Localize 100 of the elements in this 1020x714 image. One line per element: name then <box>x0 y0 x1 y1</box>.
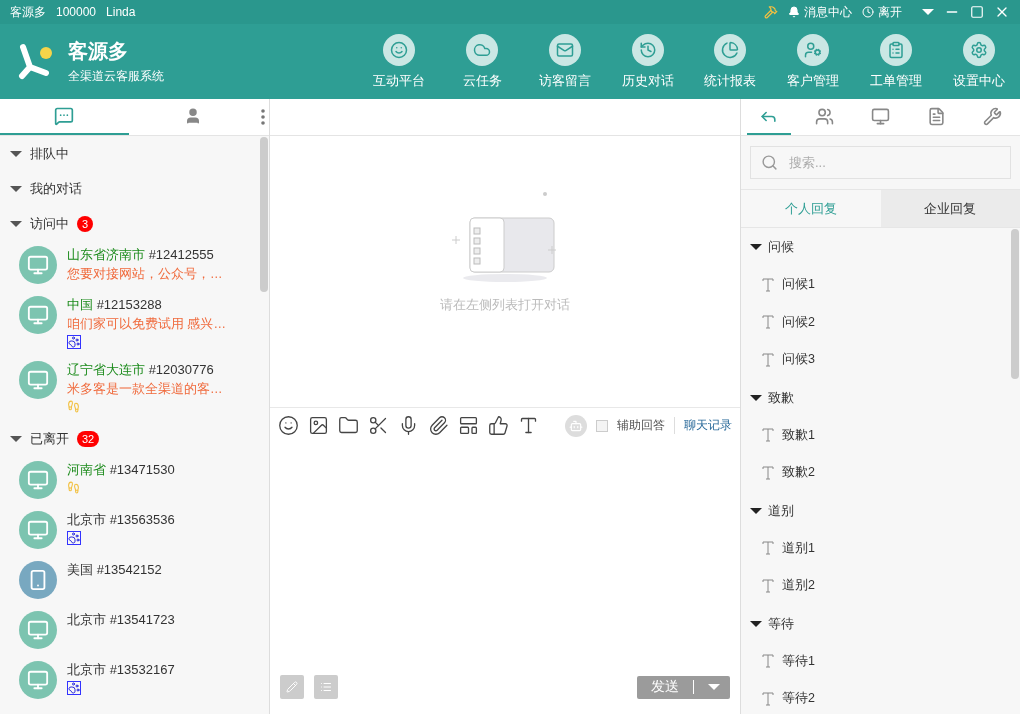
font-icon[interactable] <box>518 415 539 436</box>
visitor-item[interactable]: 山东省济南市 #12412555 您要对接网站，公众号，… <box>0 241 259 291</box>
user-gear-icon <box>797 33 830 66</box>
logo-icon <box>18 42 54 81</box>
reply-group-title: 道别 <box>768 501 794 520</box>
settings-icon <box>962 33 995 66</box>
monitor-avatar-icon <box>19 361 57 399</box>
reply-group-title: 致歉 <box>768 388 794 407</box>
envelope-icon <box>548 33 581 66</box>
visitor-name: 北京市 #13541723 <box>67 611 175 629</box>
reply-item[interactable]: 问候3 <box>741 341 1012 379</box>
reply-item-label: 问候3 <box>782 351 815 369</box>
group-header[interactable]: 我的对话 <box>0 171 259 206</box>
visitor-item[interactable]: 中国 #12153288 咱们家可以免费试用 感兴… <box>0 291 259 356</box>
chat-bubble-icon <box>54 106 75 126</box>
text-icon <box>762 578 774 593</box>
pie-chart-icon <box>714 33 747 66</box>
text-icon <box>762 654 774 669</box>
monitor-avatar-icon <box>19 661 57 699</box>
hammer-icon[interactable] <box>764 5 778 19</box>
reply-item[interactable]: 问候2 <box>741 303 1012 341</box>
text-icon <box>762 465 774 480</box>
image-icon[interactable] <box>308 415 329 436</box>
count-badge: 32 <box>77 430 100 447</box>
reply-group-header[interactable]: 致歉 <box>741 378 1012 417</box>
message-center-button[interactable]: 消息中心 <box>788 3 852 21</box>
thumbs-up-icon[interactable] <box>488 415 509 436</box>
group-header[interactable]: 排队中 <box>0 136 259 171</box>
visitor-name: 辽宁省大连市 #12030776 <box>67 361 215 379</box>
text-icon <box>762 691 774 706</box>
dropdown-caret-icon[interactable] <box>922 9 934 15</box>
reply-item[interactable]: 致歉1 <box>741 416 1012 454</box>
text-icon <box>762 277 774 292</box>
app-name: 客源多 <box>10 3 46 21</box>
user-name: Linda <box>106 5 136 19</box>
clock-icon <box>862 6 874 18</box>
layout-icon[interactable] <box>458 415 479 436</box>
assist-label: 辅助回答 <box>617 417 665 434</box>
chat-history-link[interactable]: 聊天记录 <box>674 417 732 434</box>
reply-item-label: 致歉1 <box>782 426 815 444</box>
folder-icon[interactable] <box>338 415 359 436</box>
visitor-name: 北京市 #13563536 <box>67 511 175 529</box>
scrollbar-thumb[interactable] <box>260 137 268 292</box>
visitor-item[interactable]: 北京市 #13563536 <box>0 506 259 556</box>
reply-item-label: 等待2 <box>782 690 815 708</box>
search-icon <box>761 154 778 171</box>
bell-icon <box>788 6 800 18</box>
group-header[interactable]: 已离开 32 <box>0 421 259 456</box>
reply-group-title: 问候 <box>768 238 794 256</box>
brand-name: 客源多 <box>68 39 129 64</box>
reply-item[interactable]: 等待2 <box>741 680 1012 714</box>
reply-item-label: 道别1 <box>782 539 815 557</box>
reply-tab[interactable]: 企业回复 <box>880 190 1020 227</box>
scissors-icon[interactable] <box>368 415 389 436</box>
monitor-avatar-icon <box>19 296 57 334</box>
count-badge: 3 <box>77 215 94 232</box>
visitor-item[interactable]: 河南省 #13471530 <box>0 456 259 506</box>
visitor-name: 北京市 #13532167 <box>67 661 175 679</box>
visitor-name: 河南省 #13471530 <box>67 461 175 479</box>
group-title: 已离开 <box>30 429 69 448</box>
visitor-name: 山东省济南市 #12412555 <box>67 246 215 264</box>
text-icon <box>762 315 774 330</box>
empty-hint: 请在左侧列表打开对话 <box>440 295 570 314</box>
group-title: 访问中 <box>30 214 69 233</box>
monitor-avatar-icon <box>19 611 57 649</box>
visitor-message: 咱们家可以免费试用 感兴… <box>67 316 226 333</box>
visitor-item[interactable]: 北京市 #13532167 <box>0 656 259 706</box>
reply-item[interactable]: 道别1 <box>741 529 1012 567</box>
search-field[interactable]: 搜索... <box>750 146 1011 179</box>
account-id: 100000 <box>56 5 97 19</box>
reply-item-label: 问候2 <box>782 313 815 331</box>
group-title: 排队中 <box>30 144 69 163</box>
status-button[interactable]: 离开 <box>862 3 902 21</box>
reply-item[interactable]: 道别2 <box>741 567 1012 605</box>
reply-group-header[interactable]: 等待 <box>741 604 1012 643</box>
assist-checkbox[interactable] <box>596 419 608 432</box>
reply-group-title: 等待 <box>768 614 794 633</box>
group-header[interactable]: 访问中 3 <box>0 206 259 241</box>
monitor-avatar-icon <box>19 461 57 499</box>
group-title: 我的对话 <box>30 179 82 198</box>
visitor-message: 米多客是一款全渠道的客… <box>67 381 223 398</box>
visitor-item[interactable]: 美国 #13542152 <box>0 556 259 606</box>
emoji-icon[interactable] <box>278 415 299 436</box>
visitor-message: 您要对接网站，公众号，… <box>67 266 223 283</box>
scrollbar-thumb[interactable] <box>1011 229 1019 379</box>
paperclip-icon[interactable] <box>428 415 449 436</box>
visitor-item[interactable]: 辽宁省大连市 #12030776 米多客是一款全渠道的客… <box>0 356 259 421</box>
monitor-avatar-icon <box>19 246 57 284</box>
reply-item-label: 问候1 <box>782 276 815 294</box>
reply-item-label: 道别2 <box>782 577 815 595</box>
monitor-avatar-icon <box>19 511 57 549</box>
brand-subtitle: 全渠道云客服系统 <box>68 68 165 85</box>
reply-item[interactable]: 等待1 <box>741 642 1012 680</box>
visitor-item[interactable]: 北京市 #13541723 <box>0 606 259 656</box>
reply-item[interactable]: 问候1 <box>741 266 1012 304</box>
reply-item[interactable]: 致歉2 <box>741 454 1012 492</box>
phone-avatar-icon <box>19 561 57 599</box>
text-icon <box>762 352 774 367</box>
reply-group-header[interactable]: 道别 <box>741 491 1012 530</box>
maximize-icon[interactable] <box>970 5 984 19</box>
